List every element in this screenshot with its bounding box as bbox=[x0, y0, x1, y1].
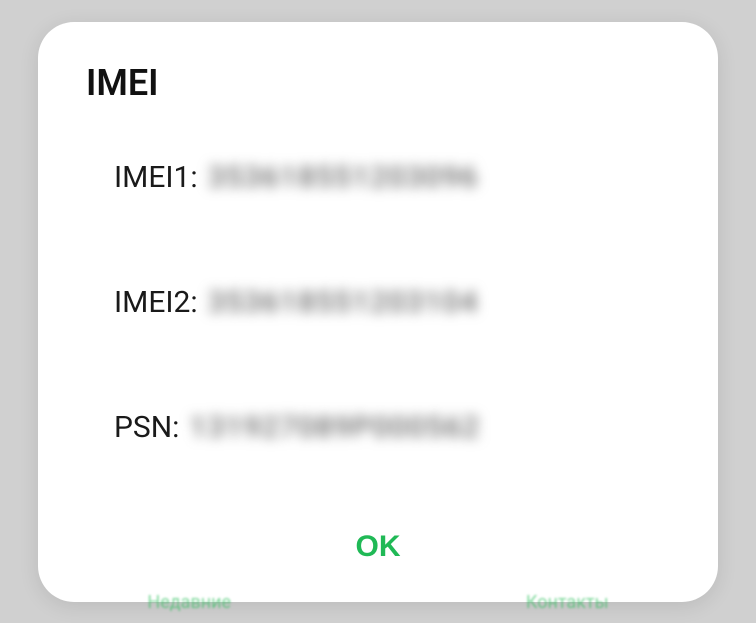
psn-label: PSN: bbox=[114, 410, 179, 445]
info-list: IMEI1: 353618551203096 IMEI2: 3536185512… bbox=[86, 160, 670, 500]
imei1-label: IMEI1: bbox=[114, 160, 198, 195]
imei2-value: 353618551203104 bbox=[208, 285, 479, 320]
bg-tab-contacts: Контакты bbox=[526, 592, 609, 613]
background-tabs: Недавние Контакты bbox=[0, 592, 756, 613]
imei2-row: IMEI2: 353618551203104 bbox=[114, 285, 670, 320]
ok-button[interactable]: OK bbox=[326, 520, 431, 574]
imei1-value: 353618551203096 bbox=[208, 160, 479, 195]
dialog-title: IMEI bbox=[86, 62, 670, 104]
psn-row: PSN: 131927089P000562 bbox=[114, 410, 670, 445]
imei-dialog: IMEI IMEI1: 353618551203096 IMEI2: 35361… bbox=[38, 22, 718, 602]
bg-tab-recent: Недавние bbox=[147, 592, 231, 613]
imei1-row: IMEI1: 353618551203096 bbox=[114, 160, 670, 195]
imei2-label: IMEI2: bbox=[114, 285, 198, 320]
psn-value: 131927089P000562 bbox=[189, 410, 480, 445]
